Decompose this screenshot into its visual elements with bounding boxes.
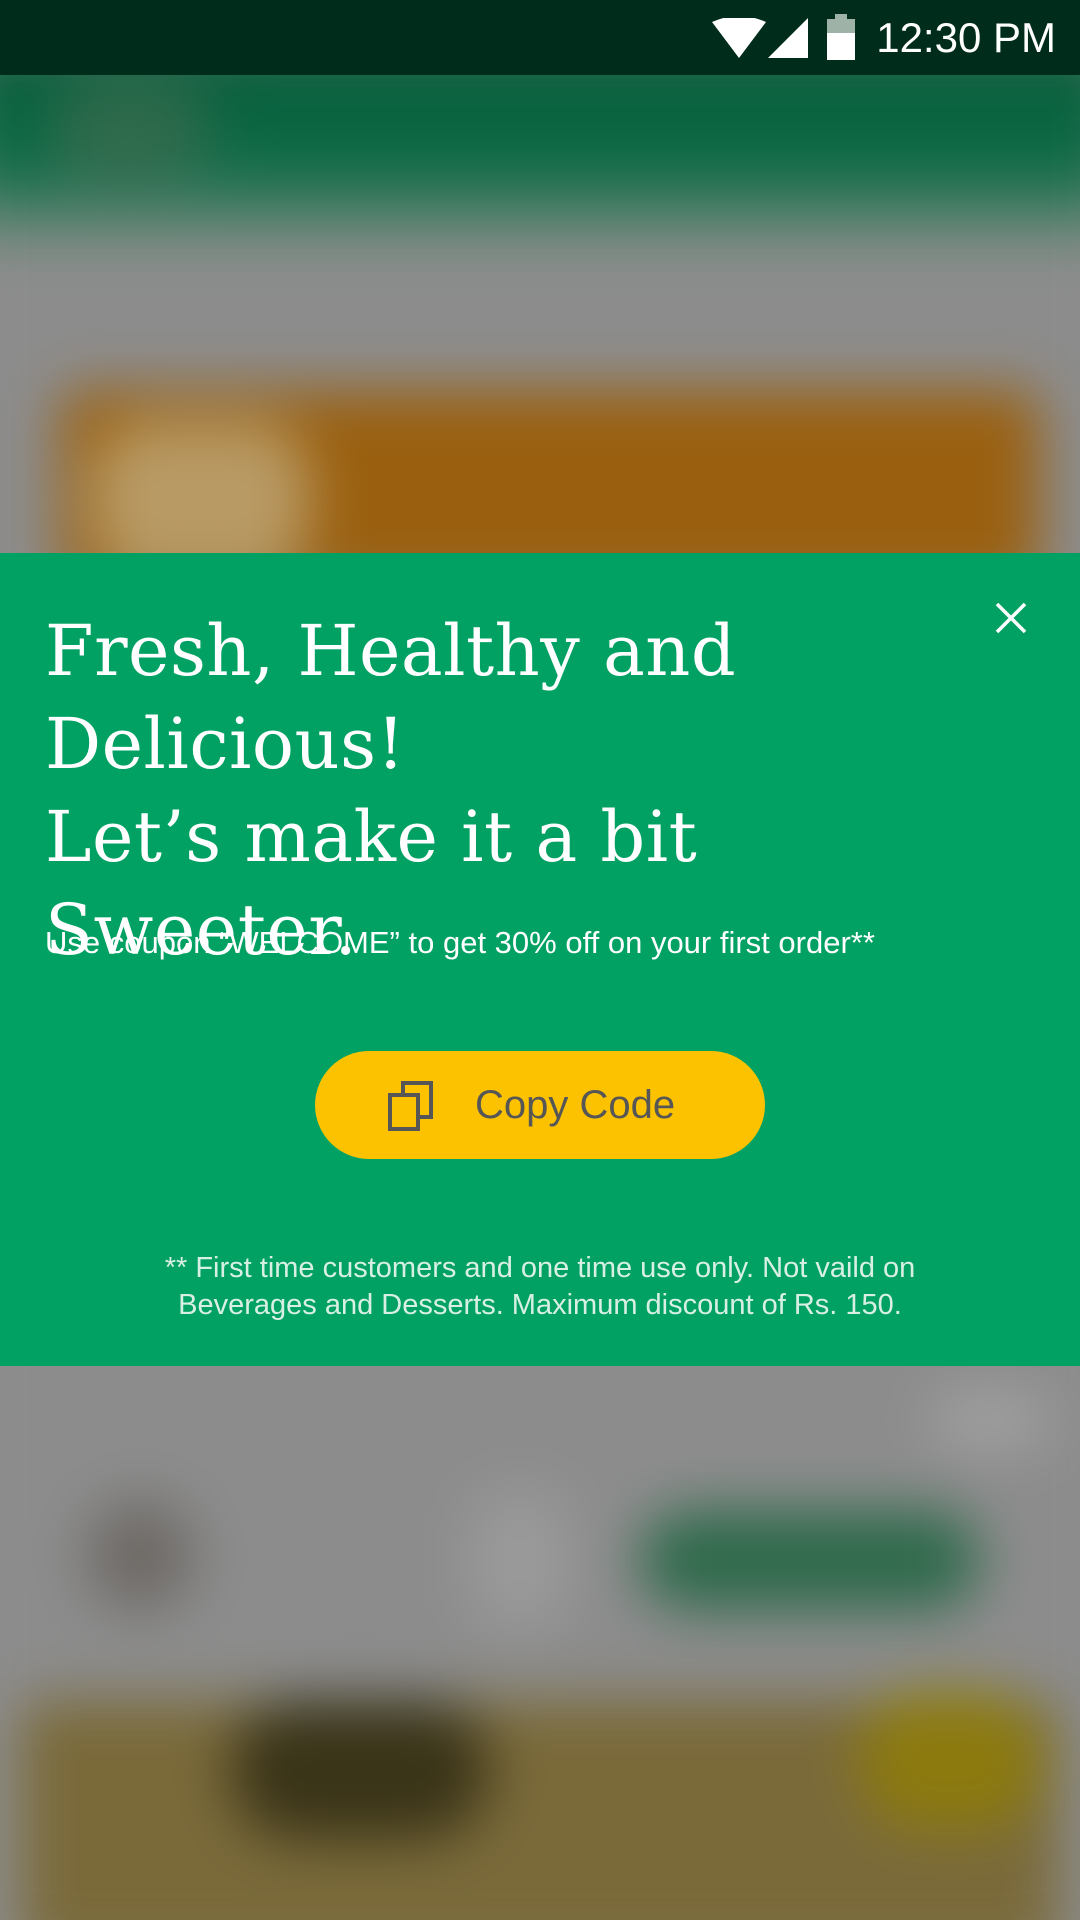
disclaimer-line: Beverages and Desserts. Maximum discount… (178, 1289, 902, 1321)
close-icon[interactable] (983, 590, 1039, 646)
terms-disclaimer: ** First time customers and one time use… (60, 1250, 1020, 1324)
copy-code-button[interactable]: Copy Code (315, 1051, 765, 1159)
status-time: 12:30 PM (876, 14, 1056, 61)
promo-dialog: Fresh, Healthy and Delicious! Let’s make… (0, 553, 1080, 1366)
battery-icon (827, 14, 855, 60)
copy-code-label: Copy Code (475, 1083, 676, 1127)
cellular-signal-icon (768, 18, 808, 58)
disclaimer-line: ** First time customers and one time use… (164, 1252, 916, 1284)
status-bar: 12:30 PM (0, 0, 1080, 75)
copy-icon (388, 1081, 433, 1131)
wifi-icon (712, 18, 766, 58)
headline-line: Fresh, Healthy and (45, 610, 737, 692)
coupon-text: Use coupon “WELCOME” to get 30% off on y… (45, 925, 875, 960)
app-screen: 12:30 PM Fresh, Healthy and Delicious! L… (0, 0, 1080, 1920)
headline-line: Delicious! (45, 703, 406, 785)
promo-headline: Fresh, Healthy and Delicious! Let’s make… (45, 605, 975, 977)
